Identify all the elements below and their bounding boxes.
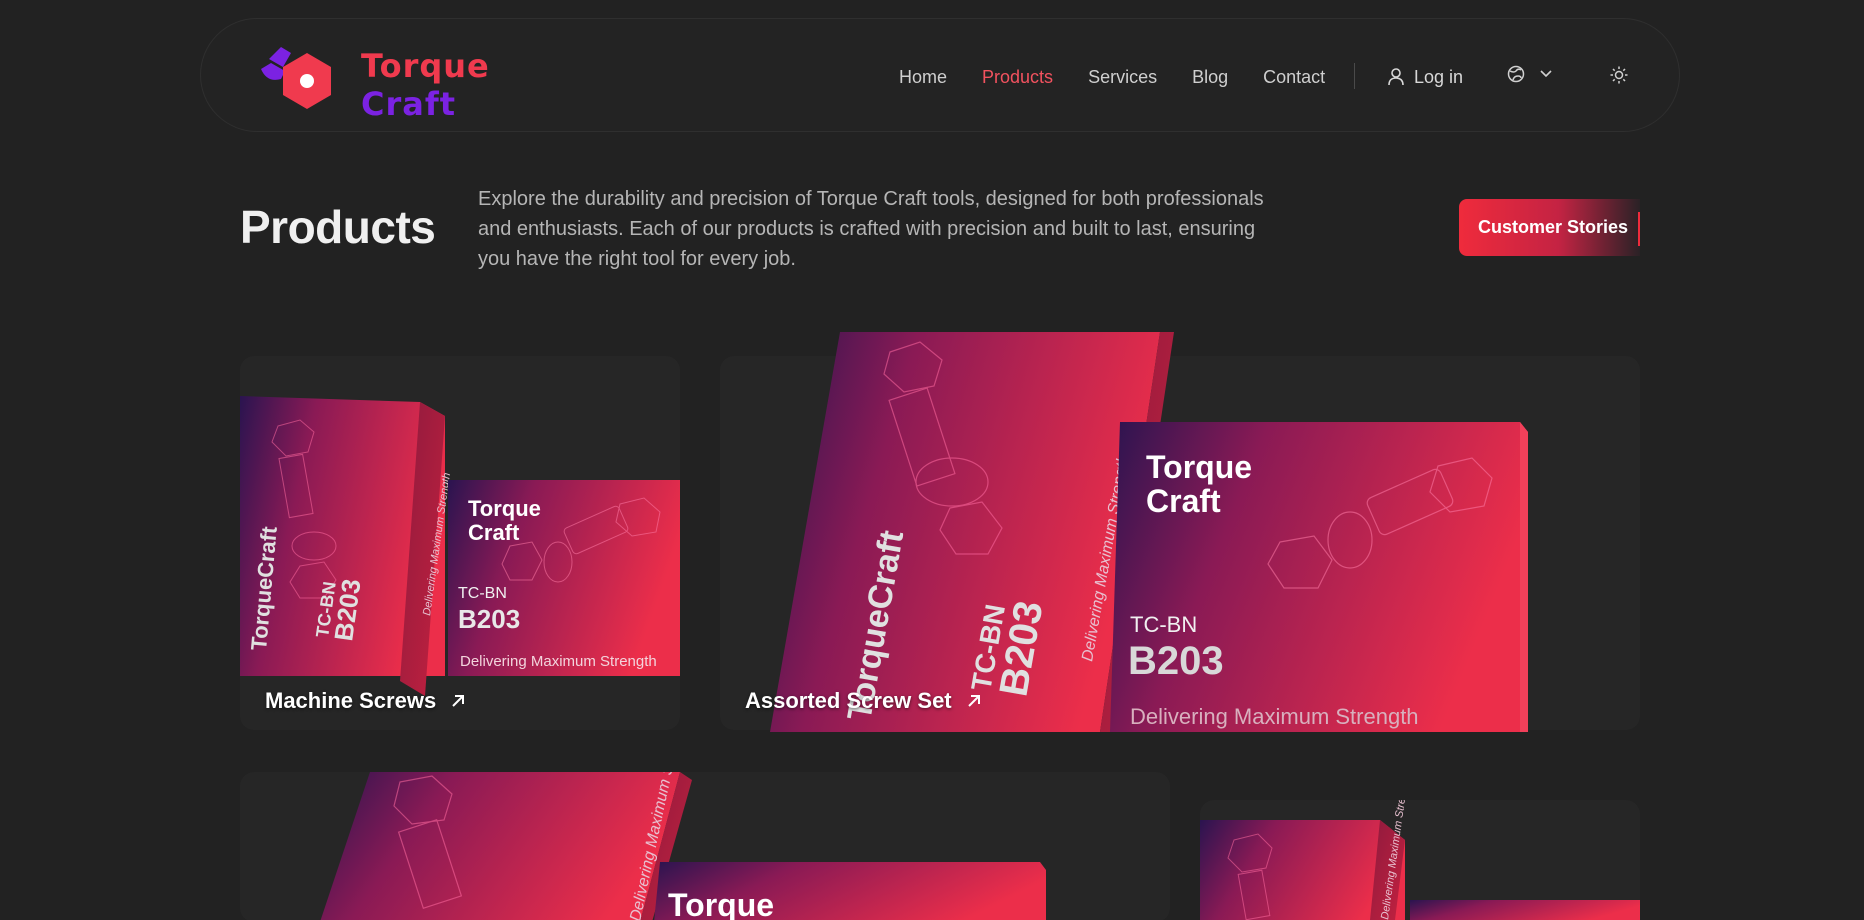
box-brand-2: Craft <box>468 520 520 545</box>
box-front-tagline: Delivering Maximum Strength <box>460 653 657 670</box>
logo-line-2: Craft <box>361 85 457 123</box>
box-front-code: TC-BN <box>1130 612 1197 637</box>
box-front-model: B203 <box>1128 639 1224 683</box>
site-header: Torque Craft Home Products Services Blog… <box>200 18 1680 132</box>
box-front-model: B203 <box>458 604 520 634</box>
product-card-assorted-screw-set[interactable]: TorqueCraft TC-BN B203 Delivering Maximu… <box>720 332 1640 732</box>
product-name: Assorted Screw Set <box>745 688 952 713</box>
box-brand-2: Craft <box>1146 483 1221 519</box>
customer-stories-button[interactable]: Customer Stories <box>1459 199 1640 256</box>
box-front-code: TC-BN <box>458 585 507 602</box>
language-selector[interactable] <box>1507 65 1553 83</box>
product-card-machine-screws[interactable]: TorqueCraft TC-BN B203 Delivering Maximu… <box>240 356 680 730</box>
box-brand-1: Torque <box>1146 449 1252 485</box>
chevron-down-icon <box>1540 70 1552 78</box>
product-image: Delivering Maximum Strength Torque <box>320 772 1046 920</box>
product-card-row2-left[interactable]: Delivering Maximum Strength Torque <box>240 772 1170 920</box>
theme-toggle[interactable] <box>1609 65 1629 90</box>
nav-divider <box>1354 63 1355 89</box>
product-image: TorqueCraft TC-BN B203 Delivering Maximu… <box>240 396 680 696</box>
arrow-up-right-icon <box>967 695 980 707</box>
product-image: TorqueCraft TC-BN B203 Delivering Maximu… <box>770 332 1528 732</box>
sun-icon <box>1610 66 1628 84</box>
main-nav: Home Products Services Blog Contact <box>899 65 1360 89</box>
product-card-title[interactable]: Assorted Screw Set <box>745 688 982 714</box>
nav-contact[interactable]: Contact <box>1263 65 1325 89</box>
product-image: Delivering Maximum Strength <box>1200 800 1640 920</box>
page-title: Products <box>240 201 436 253</box>
box-brand-1: Torque <box>668 887 774 920</box>
product-card-row2-right[interactable]: Delivering Maximum Strength <box>1200 800 1640 920</box>
logo-line-1: Torque <box>361 47 490 85</box>
login-button[interactable]: Log in <box>1388 65 1463 89</box>
page-intro: Explore the durability and precision of … <box>478 188 1264 270</box>
box-front-tagline: Delivering Maximum Strength <box>1130 704 1419 729</box>
nav-services[interactable]: Services <box>1088 65 1157 89</box>
product-card-title[interactable]: Machine Screws <box>265 688 466 714</box>
nav-home[interactable]: Home <box>899 65 947 89</box>
product-name: Machine Screws <box>265 688 437 713</box>
logo-mark-icon <box>261 47 331 109</box>
box-brand-1: Torque <box>468 496 541 521</box>
login-label: Log in <box>1414 67 1464 87</box>
arrow-up-right-icon <box>452 695 465 707</box>
brand-logo[interactable]: Torque Craft <box>259 27 509 127</box>
logo-wordmark: Torque Craft <box>361 47 490 123</box>
user-icon <box>1388 68 1404 86</box>
nav-blog[interactable]: Blog <box>1192 65 1228 89</box>
globe-icon <box>1507 65 1525 83</box>
nav-products[interactable]: Products <box>982 65 1053 89</box>
